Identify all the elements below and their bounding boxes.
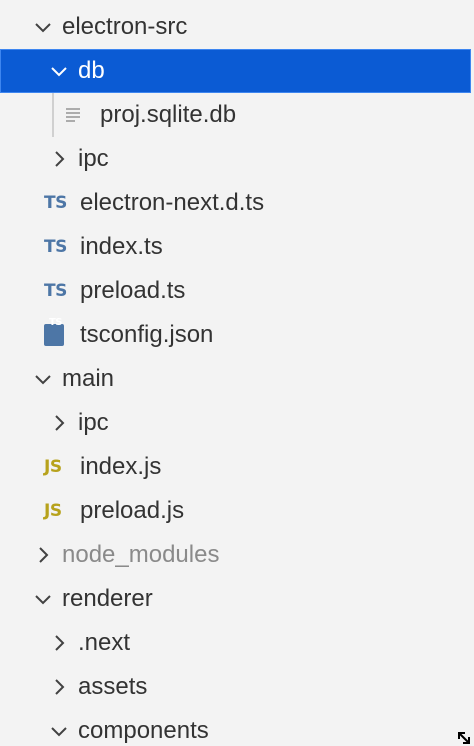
tsconfig-file-icon: TS [44,317,72,346]
tree-item-label: proj.sqlite.db [100,101,237,128]
tree-file-preload-js[interactable]: JS preload.js [0,489,471,533]
chevron-right-icon[interactable] [32,544,54,566]
tree-file-electron-next-d-ts[interactable]: TS electron-next.d.ts [0,181,471,225]
tree-item-label: ipc [78,145,109,172]
tree-item-label: db [78,57,105,84]
chevron-right-icon[interactable] [48,148,70,170]
tree-item-label: electron-src [62,13,188,40]
javascript-file-icon: JS [44,501,62,521]
chevron-down-icon[interactable] [48,60,70,82]
tree-file-tsconfig-json[interactable]: TS tsconfig.json [0,313,471,357]
tree-folder-next[interactable]: .next [0,621,471,665]
tsconfig-badge-text: TS [48,317,63,328]
tree-folder-node-modules[interactable]: node_modules [0,533,471,577]
tree-folder-components[interactable]: components [0,709,471,746]
tree-item-label: preload.ts [80,277,186,304]
tree-file-index-ts[interactable]: TS index.ts [0,225,471,269]
tree-file-index-js[interactable]: JS index.js [0,445,471,489]
chevron-right-icon[interactable] [48,676,70,698]
tree-item-label: components [78,717,209,744]
tree-folder-ipc[interactable]: ipc [0,137,471,181]
tree-item-label: ipc [78,409,109,436]
tree-item-label: renderer [62,585,153,612]
chevron-down-icon[interactable] [48,720,70,742]
chevron-down-icon[interactable] [32,368,54,390]
tree-item-label: .next [78,629,131,656]
tree-item-label: main [62,365,115,392]
tree-folder-ipc-main[interactable]: ipc [0,401,471,445]
tree-folder-db[interactable]: db [0,49,471,93]
chevron-right-icon[interactable] [48,632,70,654]
typescript-file-icon: TS [44,193,67,213]
file-explorer-tree: electron-src db proj.sqlite.db ipc TS el… [0,0,474,746]
tree-item-label: assets [78,673,148,700]
tree-item-label: node_modules [62,541,220,568]
typescript-file-icon: TS [44,237,67,257]
chevron-down-icon[interactable] [32,588,54,610]
chevron-down-icon[interactable] [32,16,54,38]
tree-folder-electron-src[interactable]: electron-src [0,5,471,49]
tree-item-label: index.js [80,453,162,480]
tree-folder-assets[interactable]: assets [0,665,471,709]
text-file-icon [64,106,92,124]
tree-item-label: preload.js [80,497,185,524]
tree-file-proj-sqlite-db[interactable]: proj.sqlite.db [0,93,471,137]
chevron-right-icon[interactable] [48,412,70,434]
resize-cursor-icon [456,730,472,746]
tree-item-label: electron-next.d.ts [80,189,265,216]
javascript-file-icon: JS [44,457,62,477]
tree-item-label: index.ts [80,233,163,260]
tree-folder-main[interactable]: main [0,357,471,401]
tree-item-label: tsconfig.json [80,321,214,348]
tree-folder-renderer[interactable]: renderer [0,577,471,621]
tree-file-preload-ts[interactable]: TS preload.ts [0,269,471,313]
